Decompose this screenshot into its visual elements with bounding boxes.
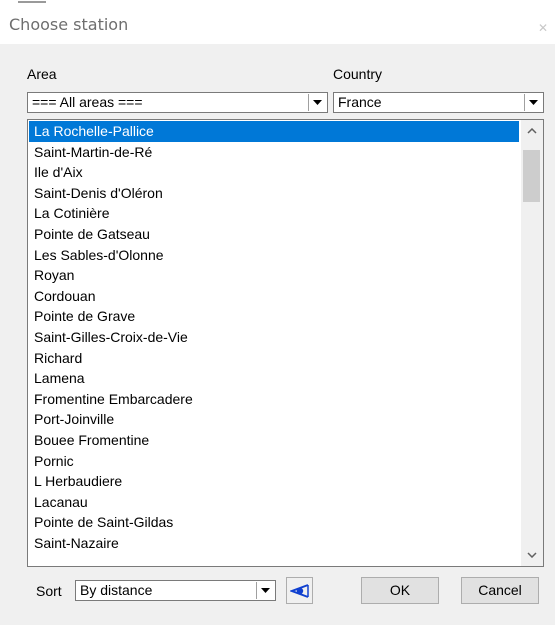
eye-locate-icon: [290, 584, 309, 598]
title-bar-edge: [18, 1, 46, 3]
title-bar: Choose station ✕: [0, 0, 555, 44]
country-label: Country: [333, 66, 383, 82]
country-select[interactable]: France: [333, 92, 544, 113]
station-list-item[interactable]: Pointe de Saint-Gildas: [29, 512, 519, 533]
station-list-item[interactable]: Bouee Fromentine: [29, 430, 519, 451]
station-list-item[interactable]: Lamena: [29, 368, 519, 389]
country-select-value: France: [338, 94, 382, 110]
close-icon[interactable]: ✕: [535, 20, 551, 36]
area-label: Area: [27, 66, 57, 82]
station-list-item[interactable]: Les Sables-d'Olonne: [29, 245, 519, 266]
station-list-item[interactable]: Pointe de Grave: [29, 306, 519, 327]
station-list-items: La Rochelle-Pallice Saint-Martin-de-Ré Ile…: [29, 121, 519, 553]
station-list-item[interactable]: Saint-Denis d'Oléron: [29, 183, 519, 204]
station-list-item[interactable]: Fromentine Embarcadere: [29, 389, 519, 410]
station-list-item[interactable]: Port-Joinville: [29, 409, 519, 430]
station-list-scrollbar[interactable]: [521, 120, 543, 566]
station-list-item[interactable]: Pornic: [29, 451, 519, 472]
station-list-item[interactable]: Royan: [29, 265, 519, 286]
station-list-item[interactable]: Saint-Gilles-Croix-de-Vie: [29, 327, 519, 348]
station-list-item[interactable]: Ile d'Aix: [29, 162, 519, 183]
scroll-up-button[interactable]: [521, 120, 543, 142]
station-list[interactable]: La Rochelle-Pallice Saint-Martin-de-Ré Ile…: [27, 119, 544, 567]
station-list-item[interactable]: L Herbaudiere: [29, 471, 519, 492]
sort-label: Sort: [36, 583, 62, 599]
scroll-down-button[interactable]: [521, 544, 543, 566]
country-dropdown-button[interactable]: [524, 94, 542, 111]
sort-dropdown-button[interactable]: [256, 582, 274, 599]
scroll-thumb[interactable]: [523, 150, 540, 202]
area-dropdown-button[interactable]: [308, 94, 326, 111]
chevron-up-icon: [527, 128, 537, 134]
cancel-button[interactable]: Cancel: [461, 577, 539, 604]
area-select[interactable]: === All areas ===: [27, 92, 328, 113]
station-list-item[interactable]: Saint-Nazaire: [29, 533, 519, 554]
station-list-item[interactable]: La Rochelle-Pallice: [29, 121, 519, 142]
chevron-down-icon: [527, 552, 537, 558]
station-list-item[interactable]: Lacanau: [29, 492, 519, 513]
ok-button[interactable]: OK: [361, 577, 439, 604]
area-select-value: === All areas ===: [32, 94, 143, 110]
station-list-item[interactable]: Cordouan: [29, 286, 519, 307]
chevron-down-icon: [261, 588, 270, 593]
sort-select-value: By distance: [80, 582, 153, 598]
window-title: Choose station: [9, 15, 129, 34]
station-list-item[interactable]: Pointe de Gatseau: [29, 224, 519, 245]
locate-button[interactable]: [286, 577, 313, 604]
station-list-item[interactable]: Saint-Martin-de-Ré: [29, 142, 519, 163]
chevron-down-icon: [313, 100, 322, 105]
sort-select[interactable]: By distance: [75, 580, 276, 601]
station-list-item[interactable]: Richard: [29, 348, 519, 369]
station-list-item[interactable]: La Cotinière: [29, 203, 519, 224]
chevron-down-icon: [529, 100, 538, 105]
